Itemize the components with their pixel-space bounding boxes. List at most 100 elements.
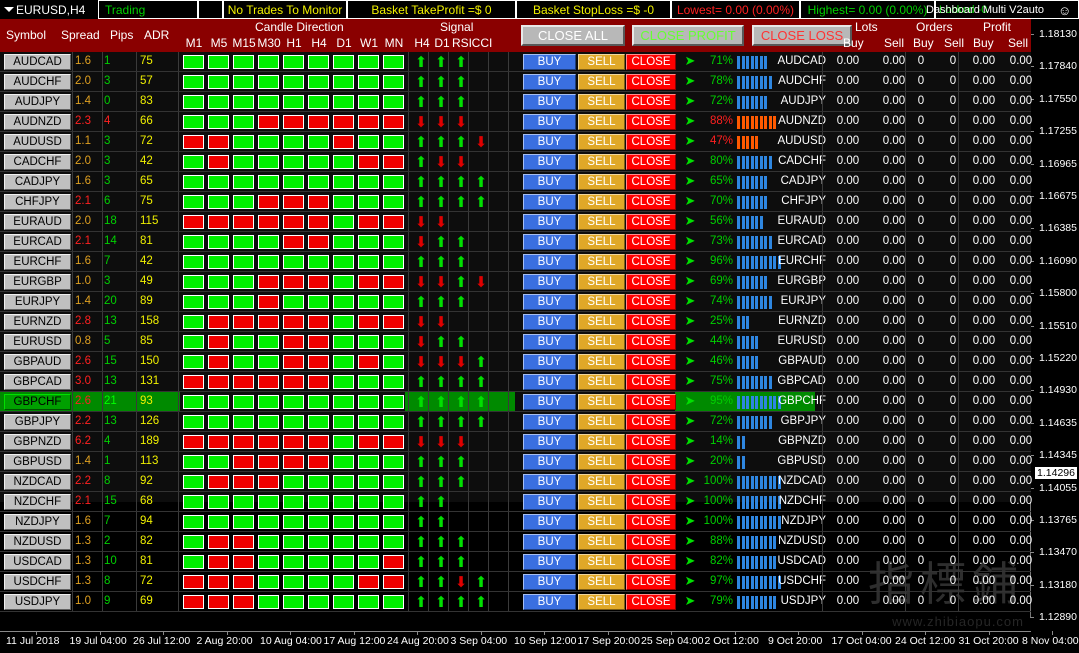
buy-button-usdjpy[interactable]: BUY: [523, 594, 576, 610]
sell-button-eurnzd[interactable]: SELL: [578, 314, 625, 330]
symbol-button-eurusd[interactable]: EURUSD: [4, 334, 71, 350]
buy-button-gbpaud[interactable]: BUY: [523, 354, 576, 370]
close-button-gbpcad[interactable]: CLOSE: [626, 374, 676, 390]
table-row[interactable]: GBPNZD6.24189⬇⬇⬇BUYSELLCLOSE➤14%GBPNZD0.…: [0, 432, 1031, 452]
sell-button-eurgbp[interactable]: SELL: [578, 274, 625, 290]
table-row[interactable]: EURCHF1.6742⬆⬆⬆BUYSELLCLOSE➤96%EURCHF0.0…: [0, 252, 1031, 272]
buy-button-nzdcad[interactable]: BUY: [523, 474, 576, 490]
symbol-button-nzdusd[interactable]: NZDUSD: [4, 534, 71, 550]
buy-button-gbpnzd[interactable]: BUY: [523, 434, 576, 450]
sell-button-audjpy[interactable]: SELL: [578, 94, 625, 110]
table-row[interactable]: NZDJPY1.6794⬆⬆BUYSELLCLOSE➤100%NZDJPY0.0…: [0, 512, 1031, 532]
sell-button-usdcad[interactable]: SELL: [578, 554, 625, 570]
symbol-button-cadchf[interactable]: CADCHF: [4, 154, 71, 170]
symbol-button-eurchf[interactable]: EURCHF: [4, 254, 71, 270]
table-row[interactable]: GBPAUD2.615150⬇⬇⬇⬆BUYSELLCLOSE➤46%GBPAUD…: [0, 352, 1031, 372]
close-button-eurchf[interactable]: CLOSE: [626, 254, 676, 270]
symbol-button-audusd[interactable]: AUDUSD: [4, 134, 71, 150]
symbol-button-eurjpy[interactable]: EURJPY: [4, 294, 71, 310]
sell-button-gbpcad[interactable]: SELL: [578, 374, 625, 390]
sell-button-eurchf[interactable]: SELL: [578, 254, 625, 270]
sell-button-usdchf[interactable]: SELL: [578, 574, 625, 590]
close-button-cadchf[interactable]: CLOSE: [626, 154, 676, 170]
buy-button-eurnzd[interactable]: BUY: [523, 314, 576, 330]
buy-button-nzdchf[interactable]: BUY: [523, 494, 576, 510]
close-button-audnzd[interactable]: CLOSE: [626, 114, 676, 130]
close-button-usdcad[interactable]: CLOSE: [626, 554, 676, 570]
table-row[interactable]: GBPCAD3.013131⬆⬆⬆⬆BUYSELLCLOSE➤75%GBPCAD…: [0, 372, 1031, 392]
buy-button-usdcad[interactable]: BUY: [523, 554, 576, 570]
symbol-button-chfjpy[interactable]: CHFJPY: [4, 194, 71, 210]
chevron-down-icon[interactable]: [4, 7, 14, 12]
buy-button-eurusd[interactable]: BUY: [523, 334, 576, 350]
sell-button-gbpnzd[interactable]: SELL: [578, 434, 625, 450]
close-button-euraud[interactable]: CLOSE: [626, 214, 676, 230]
buy-button-gbpjpy[interactable]: BUY: [523, 414, 576, 430]
close-button-audcad[interactable]: CLOSE: [626, 54, 676, 70]
symbol-button-audjpy[interactable]: AUDJPY: [4, 94, 71, 110]
symbol-button-euraud[interactable]: EURAUD: [4, 214, 71, 230]
buy-button-eurcad[interactable]: BUY: [523, 234, 576, 250]
close-button-eurjpy[interactable]: CLOSE: [626, 294, 676, 310]
symbol-button-eurgbp[interactable]: EURGBP: [4, 274, 71, 290]
table-row[interactable]: AUDUSD1.1372⬆⬆⬆⬇BUYSELLCLOSE➤47%AUDUSD0.…: [0, 132, 1031, 152]
close-button-gbpaud[interactable]: CLOSE: [626, 354, 676, 370]
buy-button-eurgbp[interactable]: BUY: [523, 274, 576, 290]
close-button-usdjpy[interactable]: CLOSE: [626, 594, 676, 610]
sell-button-cadjpy[interactable]: SELL: [578, 174, 625, 190]
buy-button-audchf[interactable]: BUY: [523, 74, 576, 90]
close-button-gbpusd[interactable]: CLOSE: [626, 454, 676, 470]
sell-button-euraud[interactable]: SELL: [578, 214, 625, 230]
close-profit-button[interactable]: CLOSE PROFIT: [632, 25, 744, 46]
buy-button-nzdjpy[interactable]: BUY: [523, 514, 576, 530]
buy-button-nzdusd[interactable]: BUY: [523, 534, 576, 550]
close-button-nzdjpy[interactable]: CLOSE: [626, 514, 676, 530]
close-button-gbpnzd[interactable]: CLOSE: [626, 434, 676, 450]
table-row[interactable]: USDCAD1.31081⬆⬆⬆BUYSELLCLOSE➤82%USDCAD0.…: [0, 552, 1031, 572]
buy-button-eurjpy[interactable]: BUY: [523, 294, 576, 310]
symbol-button-gbpnzd[interactable]: GBPNZD: [4, 434, 71, 450]
symbol-button-gbpusd[interactable]: GBPUSD: [4, 454, 71, 470]
buy-button-chfjpy[interactable]: BUY: [523, 194, 576, 210]
buy-button-cadchf[interactable]: BUY: [523, 154, 576, 170]
close-button-eurcad[interactable]: CLOSE: [626, 234, 676, 250]
symbol-button-nzdjpy[interactable]: NZDJPY: [4, 514, 71, 530]
chart-symbol-label[interactable]: EURUSD,H4: [0, 0, 98, 19]
buy-button-audjpy[interactable]: BUY: [523, 94, 576, 110]
symbol-button-audcad[interactable]: AUDCAD: [4, 54, 71, 70]
table-row[interactable]: AUDNZD2.3466⬇⬇⬇BUYSELLCLOSE➤88%AUDNZD0.0…: [0, 112, 1031, 132]
table-row[interactable]: EURGBP1.0349⬇⬇⬆⬇BUYSELLCLOSE➤69%EURGBP0.…: [0, 272, 1031, 292]
buy-button-gbpchf[interactable]: BUY: [523, 394, 576, 410]
close-button-audchf[interactable]: CLOSE: [626, 74, 676, 90]
sell-button-nzdjpy[interactable]: SELL: [578, 514, 625, 530]
symbol-button-gbpcad[interactable]: GBPCAD: [4, 374, 71, 390]
close-button-eurgbp[interactable]: CLOSE: [626, 274, 676, 290]
buy-button-usdchf[interactable]: BUY: [523, 574, 576, 590]
sell-button-nzdcad[interactable]: SELL: [578, 474, 625, 490]
buy-button-euraud[interactable]: BUY: [523, 214, 576, 230]
symbol-button-usdjpy[interactable]: USDJPY: [4, 594, 71, 610]
table-row[interactable]: CADCHF2.0342⬆⬇⬇BUYSELLCLOSE➤80%CADCHF0.0…: [0, 152, 1031, 172]
table-row[interactable]: AUDCAD1.6175⬆⬆⬆BUYSELLCLOSE➤71%AUDCAD0.0…: [0, 52, 1031, 72]
table-row[interactable]: NZDUSD1.3282⬆⬆⬆BUYSELLCLOSE➤88%NZDUSD0.0…: [0, 532, 1031, 552]
sell-button-audchf[interactable]: SELL: [578, 74, 625, 90]
close-loss-button[interactable]: CLOSE LOSS: [752, 25, 852, 46]
close-button-eurusd[interactable]: CLOSE: [626, 334, 676, 350]
sell-button-eurusd[interactable]: SELL: [578, 334, 625, 350]
symbol-button-nzdcad[interactable]: NZDCAD: [4, 474, 71, 490]
sell-button-gbpaud[interactable]: SELL: [578, 354, 625, 370]
table-row[interactable]: GBPUSD1.41113⬆⬆⬆BUYSELLCLOSE➤20%GBPUSD0.…: [0, 452, 1031, 472]
symbol-button-eurcad[interactable]: EURCAD: [4, 234, 71, 250]
sell-button-usdjpy[interactable]: SELL: [578, 594, 625, 610]
close-button-nzdcad[interactable]: CLOSE: [626, 474, 676, 490]
table-row[interactable]: EURUSD0.8585⬇⬆⬆BUYSELLCLOSE➤44%EURUSD0.0…: [0, 332, 1031, 352]
close-button-gbpchf[interactable]: CLOSE: [626, 394, 676, 410]
sell-button-audcad[interactable]: SELL: [578, 54, 625, 70]
table-row[interactable]: USDCHF1.3872⬆⬆⬇⬆BUYSELLCLOSE➤97%USDCHF0.…: [0, 572, 1031, 592]
buy-button-audcad[interactable]: BUY: [523, 54, 576, 70]
buy-button-cadjpy[interactable]: BUY: [523, 174, 576, 190]
buy-button-gbpusd[interactable]: BUY: [523, 454, 576, 470]
close-button-nzdchf[interactable]: CLOSE: [626, 494, 676, 510]
sell-button-eurjpy[interactable]: SELL: [578, 294, 625, 310]
time-axis[interactable]: 11 Jul 201819 Jul 04:0026 Jul 12:002 Aug…: [0, 631, 1079, 653]
